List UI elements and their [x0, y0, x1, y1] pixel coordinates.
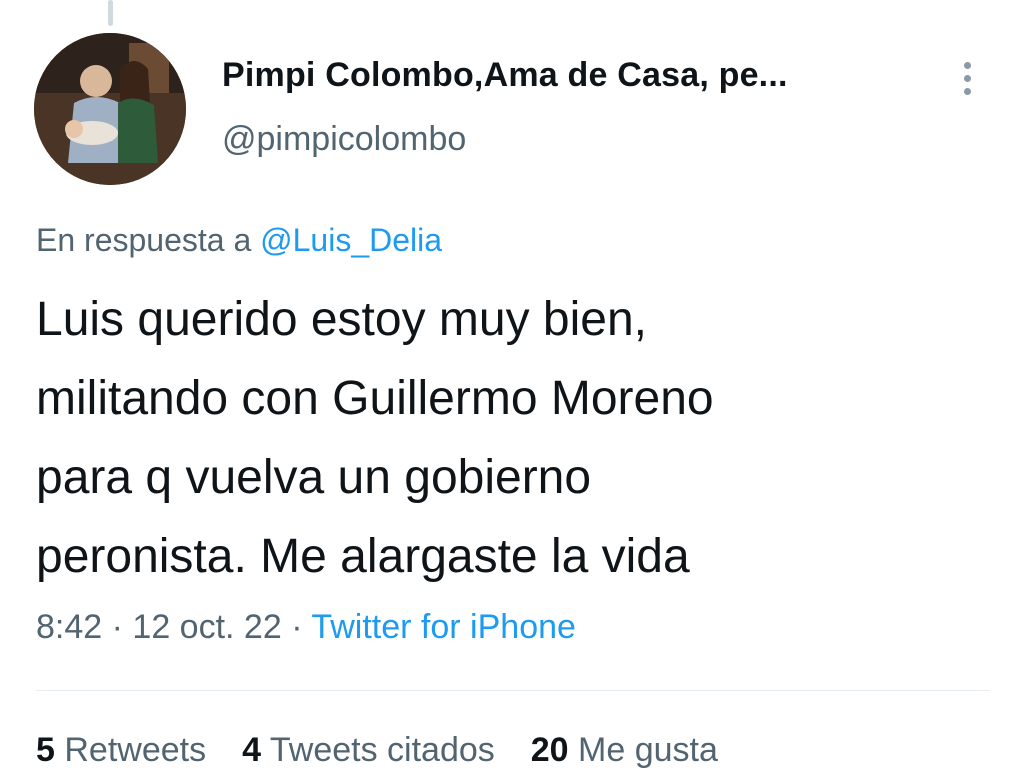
tweet-time[interactable]: 8:42 [36, 608, 102, 646]
tweet-stats: 5 Retweets 4 Tweets citados 20 Me gusta [36, 731, 718, 770]
author-display-name[interactable]: Pimpi Colombo,Ama de Casa, pe... [222, 56, 788, 95]
likes-stat[interactable]: 20 Me gusta [531, 731, 718, 770]
profile-photo-icon [34, 33, 186, 185]
tweet-metadata: 8:42 · 12 oct. 22 · Twitter for iPhone [36, 608, 576, 647]
tweet-text-line: militando con Guillermo Moreno [36, 372, 714, 425]
retweets-count: 5 [36, 731, 55, 769]
more-options-button[interactable] [950, 58, 984, 98]
likes-label: Me gusta [578, 731, 718, 769]
quotes-count: 4 [242, 731, 262, 769]
quotes-label: Tweets citados [269, 731, 495, 769]
reply-context: En respuesta a @Luis_Delia [36, 222, 442, 259]
author-handle[interactable]: @pimpicolombo [222, 120, 466, 159]
tweet-text: Luis querido estoy muy bien, militando c… [36, 280, 996, 596]
tweet-text-line: Luis querido estoy muy bien, [36, 293, 648, 346]
thread-connector-line [108, 0, 113, 26]
meta-separator: · [281, 608, 312, 646]
divider [36, 690, 990, 691]
more-dot-icon [963, 87, 971, 95]
avatar[interactable] [34, 33, 186, 185]
reply-mention-link[interactable]: @Luis_Delia [260, 222, 442, 258]
retweets-stat[interactable]: 5 Retweets [36, 731, 206, 770]
likes-count: 20 [530, 731, 569, 769]
tweet-date[interactable]: 12 oct. 22 [132, 608, 281, 646]
quotes-stat[interactable]: 4 Tweets citados [242, 731, 495, 770]
tweet-text-line: para q vuelva un gobierno [36, 451, 592, 504]
more-dot-icon [963, 74, 971, 82]
meta-separator: · [102, 608, 133, 646]
tweet-text-line: peronista. Me alargaste la vida [36, 530, 690, 583]
retweets-label: Retweets [64, 731, 207, 769]
more-dot-icon [963, 61, 971, 69]
reply-prefix: En respuesta a [36, 222, 261, 258]
tweet-source-link[interactable]: Twitter for iPhone [311, 608, 576, 646]
